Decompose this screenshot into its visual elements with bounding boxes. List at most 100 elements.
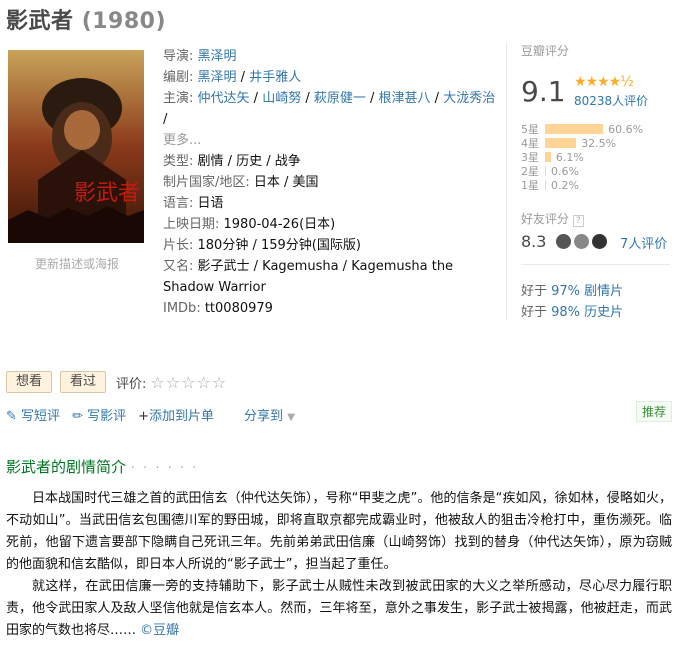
better-pct[interactable]: 98% [551, 305, 580, 320]
douban-source-link[interactable]: ©豆瓣 [140, 623, 179, 638]
cast-link[interactable]: 根津甚八 [379, 91, 431, 106]
avatar[interactable] [574, 234, 589, 249]
friend-count-link[interactable]: 7人评价 [620, 233, 667, 252]
review-label: 写影评 [87, 409, 127, 424]
language-value: 日语 [197, 196, 224, 211]
recommend-button[interactable]: 推荐 [636, 401, 673, 422]
info-runtime: 片长: 180分钟 / 159分钟(国际版) [163, 235, 503, 256]
avatar[interactable] [556, 234, 571, 249]
genre-label: 类型: [163, 154, 198, 169]
avatar[interactable] [592, 234, 607, 249]
release-label: 上映日期: [163, 217, 224, 232]
cast-link[interactable]: 山崎努 [262, 91, 301, 106]
rating-bar-pct: 32.5% [581, 136, 617, 150]
info-release: 上映日期: 1980-04-26(日本) [163, 214, 503, 235]
page-title: 影武者 (1980) [6, 3, 166, 35]
runtime-value: 180分钟 / 159分钟(国际版) [197, 238, 361, 253]
summary-paragraph-text: 就这样，在武田信廉一旁的支持辅助下，影子武士从贼性未改到被武田家的大义之举所感动… [6, 579, 672, 638]
rating-bar-label: 1星 [521, 179, 539, 192]
rating-stars: ★★★★½ [574, 74, 634, 90]
update-poster-link[interactable]: 更新描述或海报 [35, 255, 119, 272]
rating-stars-input[interactable]: ☆☆☆☆☆ [150, 373, 227, 392]
plus-icon: + [138, 409, 150, 424]
summary-paragraph: 就这样，在武田信廉一旁的支持辅助下，影子武士从贼性未改到被武田家的大义之举所感动… [6, 576, 672, 642]
rating-bar-pct: 0.2% [551, 178, 579, 192]
info-country: 制片国家/地区: 日本 / 美国 [163, 172, 503, 193]
rating-bar [545, 152, 551, 162]
info-writers: 编剧: 黑泽明 / 井手雅人 [163, 70, 302, 85]
add-list-label: 添加到片单 [149, 409, 215, 424]
director-link[interactable]: 黑泽明 [198, 49, 237, 64]
rating-count-link[interactable]: 80238人评价 [574, 92, 648, 109]
friend-score: 8.3 [521, 232, 547, 251]
rating-bar-pct: 60.6% [608, 122, 644, 136]
summary-dots: · · · · · · [130, 461, 199, 476]
summary-title: 影武者的剧情简介 [6, 458, 127, 476]
user-actions: 想看 看过 评价: ☆☆☆☆☆ [6, 371, 227, 393]
write-short-review-link[interactable]: ✎ 写短评 [6, 405, 60, 424]
movie-name: 影武者 [6, 9, 74, 34]
rating-bar-row: 4星 32.5% [521, 136, 643, 151]
writer-link[interactable]: 井手雅人 [249, 70, 301, 85]
better-than-history: 好于 98% 历史片 [521, 301, 623, 320]
country-label: 制片国家/地区: [163, 175, 254, 190]
better-than-drama: 好于 97% 剧情片 [521, 280, 623, 299]
rating-bar [545, 180, 546, 190]
chevron-down-icon: ▼ [287, 412, 295, 423]
imdb-label: IMDb: [163, 301, 205, 316]
action-links: ✎ 写短评 ✏ 写影评 +添加到片单 分享到 ▼ [6, 405, 307, 424]
rating-bar [545, 124, 604, 134]
cast-more-link[interactable]: 更多... [163, 133, 201, 148]
share-dropdown[interactable]: 分享到 ▼ [244, 405, 295, 424]
poster-title-art: 影武者 [74, 181, 140, 206]
want-to-watch-button[interactable]: 想看 [6, 371, 53, 393]
rating-bar [545, 166, 546, 176]
watched-button[interactable]: 看过 [60, 371, 107, 393]
rating-label: 豆瓣评分 [521, 44, 570, 58]
add-to-list-link[interactable]: +添加到片单 [138, 405, 214, 424]
rating-breakdown: 5星 60.6% 4星 32.5% 3星 6.1% 2星 0.6% 1星 0.2% [521, 122, 644, 193]
better-genre-link[interactable]: 剧情片 [580, 284, 623, 299]
cast-link[interactable]: 大泷秀治 [443, 91, 495, 106]
write-review-link[interactable]: ✏ 写影评 [72, 405, 126, 424]
friend-rating-label: 好友评分 ? [521, 210, 584, 227]
cast-link[interactable]: 萩原健一 [314, 91, 366, 106]
aka-value: 影子武士 / Kagemusha / Kagemusha the Shadow … [163, 259, 454, 295]
info-cast: 主演: 仲代达矢 / 山崎努 / 萩原健一 / 根津甚八 / 大泷秀治 / 更多.… [163, 91, 496, 148]
better-pct[interactable]: 97% [551, 284, 580, 299]
writer-label: 编剧: [163, 70, 198, 85]
cast-link[interactable]: 仲代达矢 [198, 91, 250, 106]
movie-info: 导演: 黑泽明 编剧: 黑泽明 / 井手雅人 主演: 仲代达矢 / 山崎努 / … [163, 46, 503, 319]
director-label: 导演: [163, 49, 198, 64]
rating-bar-row: 5星 60.6% [521, 122, 644, 137]
short-review-label: 写短评 [21, 409, 61, 424]
rating-score: 9.1 [521, 75, 566, 108]
release-value: 1980-04-26(日本) [223, 217, 336, 232]
divider [521, 264, 670, 265]
rating-bar-pct: 0.6% [551, 164, 579, 178]
better-prefix: 好于 [521, 305, 552, 320]
info-language: 语言: 日语 [163, 193, 503, 214]
info-genre: 类型: 剧情 / 历史 / 战争 [163, 151, 503, 172]
poster-image: 影武者 [8, 50, 144, 243]
runtime-label: 片长: [163, 238, 198, 253]
rating-bar [545, 138, 577, 148]
aka-label: 又名: [163, 259, 198, 274]
cast-label: 主演: [163, 91, 198, 106]
better-prefix: 好于 [521, 284, 552, 299]
genre-value: 剧情 / 历史 / 战争 [197, 154, 301, 169]
writer-link[interactable]: 黑泽明 [198, 70, 237, 85]
better-genre-link[interactable]: 历史片 [580, 305, 623, 320]
movie-poster[interactable]: 影武者 [8, 50, 144, 243]
info-imdb: IMDb: tt0080979 [163, 298, 503, 319]
comment-icon: ✎ [6, 409, 17, 424]
rating-bar-row: 3星 6.1% [521, 150, 643, 165]
rating-bar-row: 1星 0.2% [521, 178, 643, 193]
help-icon[interactable]: ? [572, 215, 584, 227]
info-aka: 又名: 影子武士 / Kagemusha / Kagemusha the Sha… [163, 256, 503, 298]
share-label: 分享到 [244, 409, 284, 424]
rating-bar-pct: 6.1% [555, 150, 584, 164]
rating-panel: 豆瓣评分 9.1 ★★★★½ 80238人评价 5星 60.6% 4星 32.5% 3星… [506, 42, 676, 320]
rating-bar-row: 2星 0.6% [521, 164, 643, 179]
summary-body: 日本战国时代三雄之首的武田信玄（仲代达矢饰），号称“甲斐之虎”。他的信条是“疾如… [6, 488, 672, 642]
